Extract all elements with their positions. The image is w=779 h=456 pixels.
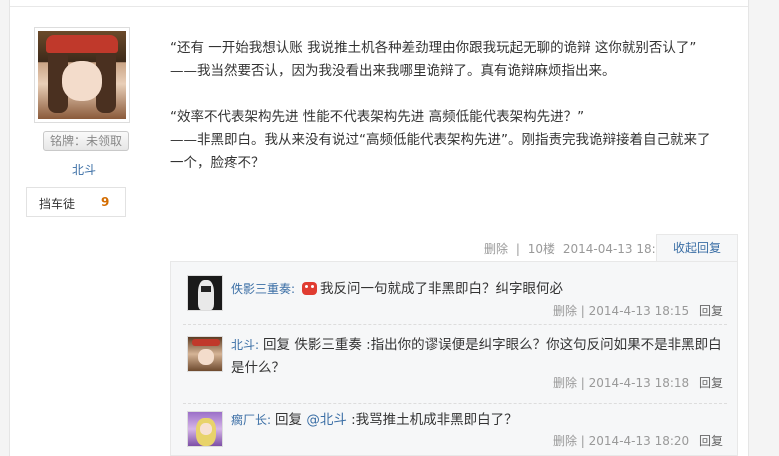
meta-separator: |	[580, 304, 585, 318]
post-timestamp: 2014-04-13 18:05	[562, 242, 671, 256]
reply-item: 瘸厂长: 回复 @北斗 :我骂推土机成非黑即白了？ 删除 | 2014-4-13 …	[171, 404, 737, 456]
purple-anime-avatar[interactable]	[187, 411, 223, 447]
meta-separator: |	[515, 242, 520, 256]
forum-post: 铭牌：未领取 北斗 挡车徒 9 “还有 一开始我想认账 我说推土机各种差劲理由你…	[9, 0, 749, 456]
floor-number: 10楼	[527, 242, 555, 256]
post-meta: 删除 | 10楼 2014-04-13 18:05	[484, 240, 675, 257]
reply-meta: 删除 | 2014-4-13 18:18 回复	[553, 374, 723, 391]
reply-user-link[interactable]: 北斗:	[231, 338, 259, 352]
post-content: “还有 一开始我想认账 我说推土机各种差劲理由你跟我玩起无聊的诡辩 这你就别否认…	[170, 37, 740, 175]
reply-timestamp: 2014-4-13 18:20	[588, 434, 690, 448]
reply-timestamp: 2014-4-13 18:15	[588, 304, 690, 318]
delete-reply-link[interactable]: 删除	[553, 304, 577, 318]
post-line: ——非黑即白。我从来没有说过“高频低能代表架构先进”。刚指责完我诡辩接着自己就来…	[170, 132, 711, 148]
post-line: “效率不代表架构先进 性能不代表架构先进 高频低能代表架构先进？”	[170, 109, 585, 125]
reply-text: 我反问一句就成了非黑即白？纠字眼何必	[320, 281, 564, 297]
collapse-replies-button[interactable]: 收起回复	[656, 234, 738, 262]
author-avatar[interactable]	[38, 31, 126, 119]
reply-button[interactable]: 回复	[699, 304, 723, 318]
reply-button[interactable]: 回复	[699, 434, 723, 448]
rank-level: 9	[101, 195, 110, 209]
reply-timestamp: 2014-4-13 18:18	[588, 376, 690, 390]
anime-girl-avatar[interactable]	[187, 336, 223, 372]
reply-user-link[interactable]: 佚影三重奏:	[231, 282, 295, 296]
reply-text: :我骂推土机成非黑即白了？	[346, 412, 518, 428]
angry-face-emoticon	[302, 282, 318, 295]
reply-prefix: 回复	[275, 412, 303, 428]
reply-item: 北斗: 回复 佚影三重奏 :指出你的谬误便是纠字眼么？你这句反问如果不是非黑即白是…	[171, 325, 737, 403]
reply-item: 佚影三重奏: 我反问一句就成了非黑即白？纠字眼何必 删除 | 2014-4-13 …	[171, 262, 737, 324]
reply-meta: 删除 | 2014-4-13 18:15 回复	[553, 302, 723, 319]
delete-post-link[interactable]: 删除	[484, 242, 508, 256]
reply-list: 佚影三重奏: 我反问一句就成了非黑即白？纠字眼何必 删除 | 2014-4-13 …	[170, 261, 738, 456]
dark-figure-avatar[interactable]	[187, 275, 223, 311]
delete-reply-link[interactable]: 删除	[553, 434, 577, 448]
reply-body: 佚影三重奏: 我反问一句就成了非黑即白？纠字眼何必	[231, 278, 725, 301]
delete-reply-link[interactable]: 删除	[553, 376, 577, 390]
user-rank-box: 挡车徒 9	[26, 187, 126, 217]
reply-button[interactable]: 回复	[699, 376, 723, 390]
mention-link[interactable]: @北斗	[306, 412, 347, 428]
meta-separator: |	[580, 376, 585, 390]
meta-separator: |	[580, 434, 585, 448]
reply-prefix: 回复 佚影三重奏 :	[263, 337, 371, 353]
post-line: ——我当然要否认，因为我没看出来我哪里诡辩了。真有诡辩麻烦指出来。	[170, 63, 616, 79]
author-avatar-frame[interactable]	[34, 27, 130, 123]
post-line: 一个，脸疼不？	[170, 155, 265, 171]
reply-meta: 删除 | 2014-4-13 18:20 回复	[553, 432, 723, 449]
author-name-link[interactable]: 北斗	[34, 161, 134, 178]
reply-body: 瘸厂长: 回复 @北斗 :我骂推土机成非黑即白了？	[231, 409, 725, 432]
post-line: “还有 一开始我想认账 我说推土机各种差劲理由你跟我玩起无聊的诡辩 这你就别否认…	[170, 40, 697, 56]
reply-user-link[interactable]: 瘸厂长:	[231, 413, 271, 427]
nameplate-badge[interactable]: 铭牌：未领取	[43, 131, 129, 151]
rank-name: 挡车徒	[39, 197, 76, 211]
author-column: 铭牌：未领取 北斗 挡车徒 9	[10, 7, 140, 456]
